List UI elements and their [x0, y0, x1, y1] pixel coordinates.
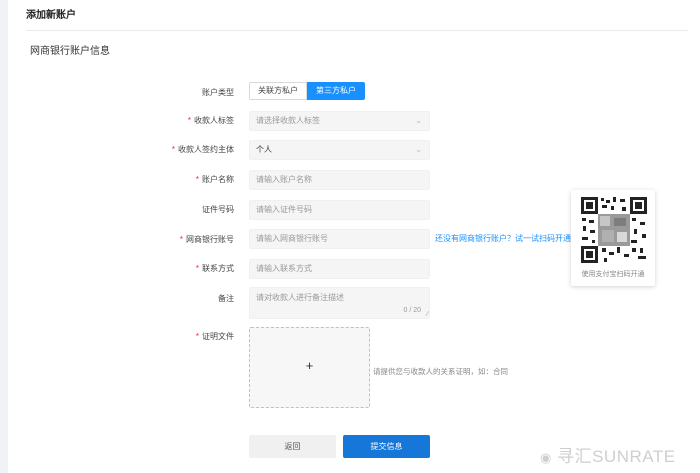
submit-button[interactable]: 提交信息 [343, 435, 430, 458]
required-mark: * [195, 332, 199, 341]
weibo-icon: ◉ [540, 450, 552, 465]
required-mark: * [179, 235, 183, 244]
payee-tag-select[interactable]: 请选择收款人标签 ⌄ [249, 111, 430, 131]
remark-label: 备注 [218, 294, 234, 303]
required-mark: * [195, 264, 199, 273]
id-number-label: 证件号码 [202, 205, 234, 214]
account-name-input[interactable]: 请输入账户名称 [249, 170, 430, 190]
payee-entity-label: * 收款人签约主体 [171, 145, 234, 154]
chevron-down-icon: ⌄ [415, 145, 422, 154]
account-type-selector: 关联方私户 第三方私户 [249, 82, 365, 100]
account-type-label: 账户类型 [202, 88, 234, 97]
watermark: ◉ 寻汇SUNRATE [540, 447, 676, 466]
qr-card: 使用支付宝扫码开通 [571, 190, 655, 286]
plus-icon: + [305, 358, 314, 373]
remark-textarea[interactable]: 请对收款人进行备注描述 0 / 20 ∕ [249, 287, 430, 319]
char-counter: 0 / 20 [403, 307, 421, 314]
bank-account-label: * 网商银行账号 [179, 235, 234, 244]
payee-entity-select[interactable]: 个人 ⌄ [249, 140, 430, 160]
id-number-input[interactable]: 请输入证件号码 [249, 200, 430, 220]
proof-file-label: * 证明文件 [195, 332, 234, 341]
qr-caption: 使用支付宝扫码开通 [581, 271, 645, 278]
required-mark: * [195, 175, 199, 184]
header-divider [26, 30, 688, 31]
section-title: 网商银行账户信息 [30, 46, 110, 57]
required-mark: * [187, 116, 191, 125]
contact-input[interactable]: 请输入联系方式 [249, 259, 430, 279]
open-account-link[interactable]: 还没有网商银行账户？试一试扫码开通 [435, 233, 571, 244]
bank-account-input[interactable]: 请输入网商银行账号 [249, 229, 430, 249]
qr-code [580, 196, 648, 264]
required-mark: * [171, 145, 175, 154]
upload-hint: 请提供您与收款人的关系证明，如：合同 [373, 367, 508, 376]
resize-handle-icon[interactable]: ∕ [427, 311, 428, 318]
left-sidebar-strip [0, 0, 8, 473]
chevron-down-icon: ⌄ [415, 116, 422, 125]
contact-label: * 联系方式 [195, 264, 234, 273]
page-title: 添加新账户 [26, 10, 76, 21]
payee-tag-label: * 收款人标签 [187, 116, 234, 125]
proof-file-upload[interactable]: + [249, 327, 370, 408]
account-name-label: * 账户名称 [195, 175, 234, 184]
back-button[interactable]: 返回 [249, 435, 336, 458]
account-type-option-related[interactable]: 关联方私户 [249, 82, 307, 100]
account-type-option-third-party[interactable]: 第三方私户 [307, 82, 365, 100]
